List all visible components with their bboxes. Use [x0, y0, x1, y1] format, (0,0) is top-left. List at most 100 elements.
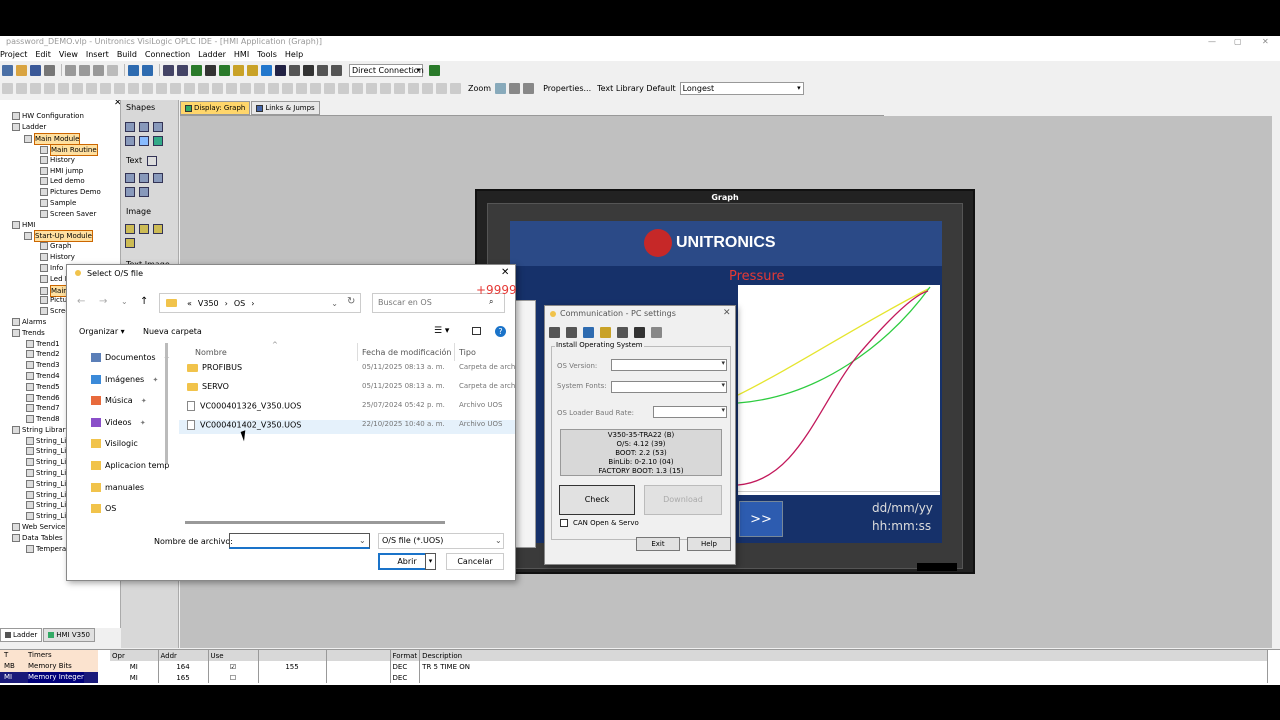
menu-item-ladder[interactable]: Ladder [198, 50, 226, 59]
preview-pane-icon[interactable] [472, 327, 481, 335]
menu-item-hmi[interactable]: HMI [234, 50, 249, 59]
nav-item[interactable]: Documentos ✦ [91, 353, 170, 362]
use-checkbox[interactable]: ☑ [208, 661, 259, 672]
new-icon[interactable] [2, 64, 13, 76]
tab-ladder[interactable]: Ladder [0, 628, 43, 642]
align-icon[interactable] [2, 82, 13, 94]
use-checkbox[interactable]: ☐ [208, 672, 259, 683]
cancel-button[interactable]: Cancelar [446, 553, 504, 570]
align-icon[interactable] [184, 82, 195, 94]
shape-icon[interactable] [153, 136, 163, 146]
operand-type-row[interactable]: MB Memory Bits [0, 661, 98, 672]
align-icon[interactable] [240, 82, 251, 94]
forward-icon[interactable]: → [99, 296, 107, 307]
menu-item-help[interactable]: Help [285, 50, 303, 59]
download-icon[interactable] [191, 64, 202, 76]
align-icon[interactable] [30, 82, 41, 94]
stop-icon[interactable] [289, 64, 300, 76]
nav-item[interactable]: manuales [91, 482, 144, 492]
menu-item-insert[interactable]: Insert [86, 50, 109, 59]
delete-icon[interactable] [107, 64, 118, 76]
breadcrumb-os[interactable]: OS [234, 299, 245, 308]
tree-item[interactable]: Graph [40, 241, 71, 251]
next-button[interactable]: >> [739, 501, 783, 537]
back-icon[interactable]: ← [77, 296, 85, 307]
watch-icon[interactable] [247, 64, 258, 76]
close-icon[interactable]: ✕ [723, 308, 731, 318]
tree-item[interactable]: Temperat [26, 544, 69, 554]
organize-button[interactable]: Organizar ▾ [79, 327, 125, 336]
cell-description[interactable] [419, 672, 1268, 683]
chevron-down-icon[interactable]: ⌄ [495, 536, 502, 545]
cell-value2[interactable] [326, 661, 391, 672]
tree-item[interactable]: HW Configuration [12, 111, 84, 121]
align-icon[interactable] [310, 82, 321, 94]
var-icon[interactable] [139, 173, 149, 183]
tree-item[interactable]: String_Lib [26, 468, 71, 478]
search-icon[interactable]: ⌕ [489, 297, 493, 307]
download-button[interactable]: Download [644, 485, 722, 515]
align-icon[interactable] [324, 82, 335, 94]
settings-icon[interactable] [549, 326, 560, 338]
tree-item[interactable]: Trend5 [26, 382, 60, 392]
tree-item[interactable]: String Library [12, 425, 70, 435]
connection-select[interactable]: Direct Connection [349, 63, 424, 77]
align-icon[interactable] [212, 82, 223, 94]
tree-item[interactable]: Trend7 [26, 403, 60, 413]
menu-item-view[interactable]: View [59, 50, 78, 59]
align-icon[interactable] [58, 82, 69, 94]
nav-item[interactable]: Música ✦ [91, 396, 147, 406]
align-icon[interactable] [128, 82, 139, 94]
tree-item[interactable]: String_Lib [26, 436, 71, 446]
align-icon[interactable] [366, 82, 377, 94]
file-row[interactable]: SERVO 05/11/2025 08:13 a. m. Carpeta de ar… [179, 382, 515, 396]
tree-item[interactable]: Trend1 [26, 339, 60, 349]
help-icon[interactable]: ? [495, 326, 506, 337]
nav-item[interactable]: Visilogic [91, 439, 138, 449]
align-icon[interactable] [352, 82, 363, 94]
align-icon[interactable] [16, 82, 27, 94]
align-icon[interactable] [408, 82, 419, 94]
pin-icon[interactable]: ✦ [139, 397, 147, 405]
online-icon[interactable] [219, 64, 230, 76]
close-icon[interactable]: ✕ [501, 267, 509, 278]
align-icon[interactable] [338, 82, 349, 94]
operand-type-row[interactable]: MI Memory Integer [0, 672, 98, 683]
align-icon[interactable] [436, 82, 447, 94]
tree-item[interactable]: History [40, 155, 75, 165]
close-panel-icon[interactable]: ✕ [114, 100, 120, 108]
tree-item[interactable]: Web Service [12, 522, 65, 532]
nav-item[interactable]: Videos ✦ [91, 417, 146, 427]
image-icon[interactable] [153, 224, 163, 234]
tab-hmi[interactable]: HMI V350 [43, 628, 96, 642]
align-icon[interactable] [282, 82, 293, 94]
text-library-select[interactable]: Longest [679, 81, 804, 95]
minimize-icon[interactable]: — [1208, 36, 1216, 48]
plc-icon[interactable] [205, 64, 216, 76]
nav-item[interactable]: Aplicacion temp [91, 461, 169, 470]
tree-item[interactable]: String_Lib [26, 500, 71, 510]
print-icon[interactable] [44, 64, 55, 76]
tree-item[interactable]: Led demo [40, 176, 85, 186]
tree-item[interactable]: Screen Saver [40, 209, 96, 219]
align-icon[interactable] [170, 82, 181, 94]
tree-item[interactable]: Sample [40, 198, 76, 208]
can-open-checkbox[interactable] [560, 519, 568, 527]
text-icon[interactable] [147, 156, 157, 166]
var-icon[interactable] [139, 187, 149, 197]
find-icon[interactable] [275, 64, 286, 76]
open-dropdown[interactable]: ▾ [425, 553, 436, 570]
tree-item[interactable]: Trend4 [26, 371, 60, 381]
cell-description[interactable]: TR 5 TIME ON [419, 661, 1268, 672]
help-button[interactable]: Help [687, 537, 731, 551]
filename-input[interactable] [229, 533, 370, 549]
exit-button[interactable]: Exit [636, 537, 680, 551]
align-icon[interactable] [254, 82, 265, 94]
tree-item[interactable]: String_Lib [26, 446, 71, 456]
tree-item[interactable]: Trend8 [26, 414, 60, 424]
test-icon[interactable] [233, 64, 244, 76]
breadcrumb-overflow[interactable]: « [187, 299, 192, 308]
os-icon[interactable] [634, 326, 645, 338]
shape-icon[interactable] [125, 136, 135, 146]
chevron-down-icon[interactable]: ⌄ [121, 297, 128, 306]
